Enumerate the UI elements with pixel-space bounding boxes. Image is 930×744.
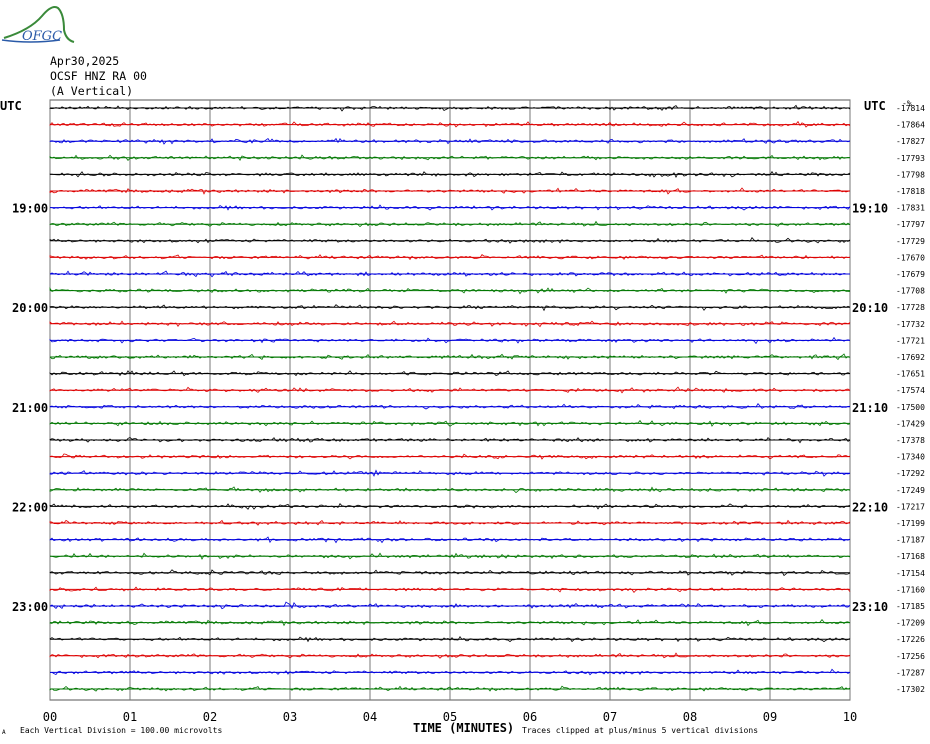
trace-offset-label: -17864 (896, 121, 925, 130)
trace-offset-label: -17721 (896, 336, 925, 345)
trace-offset-label: -17728 (896, 303, 925, 312)
trace-offset-label: -17651 (896, 370, 925, 379)
right-hour-label: 23:10 (852, 600, 888, 614)
trace-offset-label: -17574 (896, 386, 925, 395)
trace-offset-label: -17429 (896, 419, 925, 428)
trace-offset-label: -17302 (896, 685, 925, 694)
trace-offset-label: -17378 (896, 436, 925, 445)
x-tick-label: 02 (203, 710, 217, 724)
trace-offset-label: -17199 (896, 519, 925, 528)
trace-offset-label: -17831 (896, 204, 925, 213)
trace-offset-label: -17160 (896, 585, 925, 594)
trace-offset-label: -17729 (896, 237, 925, 246)
trace-offset-label: -17187 (896, 536, 925, 545)
left-hour-label: 22:00 (12, 500, 48, 514)
x-tick-label: 08 (683, 710, 697, 724)
trace-offset-label: -17798 (896, 170, 925, 179)
trace-offset-label: -17827 (896, 137, 925, 146)
x-tick-label: 01 (123, 710, 137, 724)
footer-mark: A (2, 729, 6, 736)
trace-offset-label: -17732 (896, 320, 925, 329)
x-axis-title: TIME (MINUTES) (413, 721, 514, 735)
trace-offset-label: -17292 (896, 469, 925, 478)
trace-offset-label: -17797 (896, 220, 925, 229)
left-hour-label: 19:00 (12, 202, 48, 216)
right-hour-label: 20:10 (852, 301, 888, 315)
trace-offset-label: -17226 (896, 635, 925, 644)
right-top-label: -% (902, 99, 912, 108)
right-utc-label: UTC (864, 99, 886, 113)
trace-offset-label: -17256 (896, 652, 925, 661)
right-hour-label: 21:10 (852, 401, 888, 415)
trace-offset-label: -17708 (896, 287, 925, 296)
footer-division-note: Each Vertical Division = 100.00 microvol… (20, 726, 222, 735)
trace-offset-label: -17209 (896, 619, 925, 628)
x-tick-label: 10 (843, 710, 857, 724)
trace-offset-label: -17185 (896, 602, 925, 611)
trace-offset-label: -17692 (896, 353, 925, 362)
left-hour-label: 23:00 (12, 600, 48, 614)
trace-offset-label: -17154 (896, 569, 925, 578)
trace-offset-label: -17670 (896, 253, 925, 262)
x-tick-label: 00 (43, 710, 57, 724)
right-hour-label: 19:10 (852, 202, 888, 216)
trace-offset-label: -17168 (896, 552, 925, 561)
footer-clip-note: Traces clipped at plus/minus 5 vertical … (522, 726, 758, 735)
left-hour-label: 20:00 (12, 301, 48, 315)
right-hour-label: 22:10 (852, 500, 888, 514)
left-hour-label: 21:00 (12, 401, 48, 415)
seismogram-chart: 00 01 02 03 04 05 06 07 08 09 10-17814-17864-17827… (0, 99, 925, 736)
trace-offset-label: -17679 (896, 270, 925, 279)
left-utc-label: UTC (0, 99, 22, 113)
trace-offset-label: -17818 (896, 187, 925, 196)
x-tick-label: 04 (363, 710, 377, 724)
x-tick-label: 06 (523, 710, 537, 724)
x-tick-label: 07 (603, 710, 617, 724)
trace-offset-label: -17793 (896, 154, 925, 163)
x-tick-label: 09 (763, 710, 777, 724)
x-tick-label: 03 (283, 710, 297, 724)
trace-offset-label: -17217 (896, 502, 925, 511)
trace-offset-label: -17249 (896, 486, 925, 495)
trace-offset-label: -17287 (896, 668, 925, 677)
trace-offset-label: -17500 (896, 403, 925, 412)
trace-offset-label: -17340 (896, 453, 925, 462)
